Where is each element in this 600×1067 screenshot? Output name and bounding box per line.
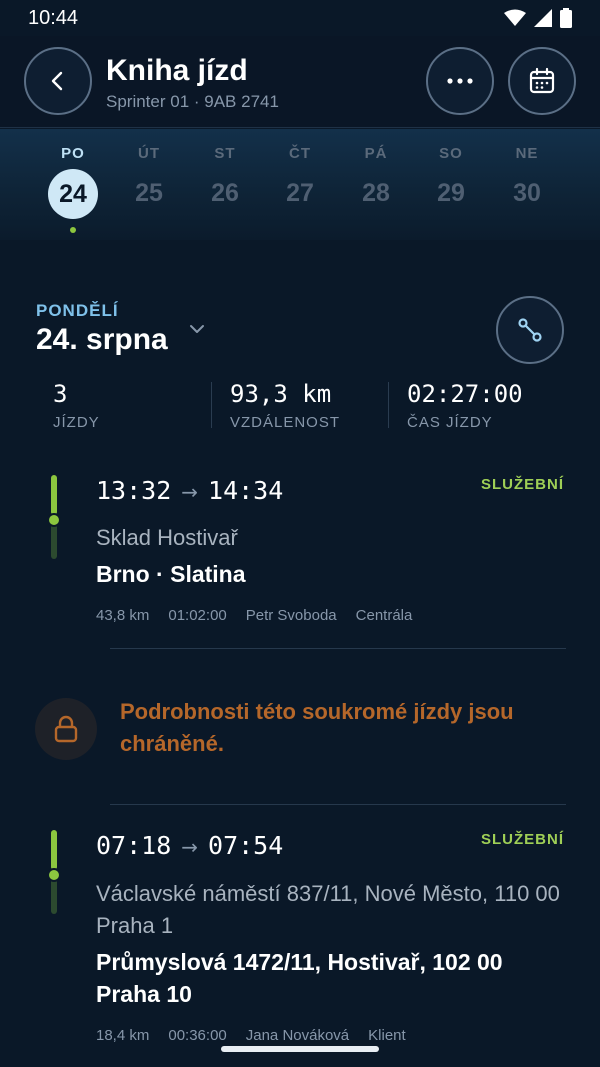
status-icons: [504, 8, 572, 28]
stat-value: 02:27:00: [407, 380, 523, 408]
timeline-segment-active: [51, 475, 57, 515]
back-button[interactable]: [24, 47, 92, 115]
stat-divider: [211, 382, 212, 428]
day-name: ČT: [289, 145, 311, 162]
day-name: ST: [214, 145, 236, 162]
trip-from: Sklad Hostivař: [96, 525, 238, 550]
week-strip: PO 24 ÚT 25 ST 26 ČT 27 PÁ 28 SO 29 NE 3…: [0, 129, 600, 240]
timeline-segment-inactive: [51, 523, 57, 559]
stat-value: 93,3 km: [230, 380, 332, 408]
trip-distance: 43,8 km: [96, 607, 150, 624]
timeline-segment-active: [51, 830, 57, 870]
chevron-left-icon: [51, 71, 63, 91]
trip-duration: 01:02:00: [168, 607, 227, 624]
stat-distance: 93,3 km VZDÁLENOST: [230, 380, 340, 431]
day-name: SO: [439, 145, 463, 162]
selected-weekday: PONDĚLÍ: [36, 301, 119, 320]
day-name: NE: [515, 145, 539, 162]
trip-to: Brno · Slatina: [96, 561, 246, 587]
lock-icon: [54, 715, 78, 743]
trip-card[interactable]: 13:32 → 14:34 SLUŽEBNÍ Sklad Hostivař Brno…: [0, 470, 600, 640]
page-title: Kniha jízd: [106, 54, 248, 87]
trip-purpose: Klient: [368, 1027, 406, 1044]
vehicle-subtitle: Sprinter 01 · 9AB 2741: [106, 92, 279, 111]
trip-arrow: →: [181, 480, 199, 504]
day-name: ÚT: [138, 145, 160, 162]
day-number-selected: 24: [48, 169, 98, 219]
trip-type-badge: SLUŽEBNÍ: [481, 476, 564, 493]
day-number: 29: [437, 179, 465, 207]
gesture-home-bar[interactable]: [221, 1046, 379, 1052]
day-number: 27: [286, 179, 314, 207]
stat-trips: 3 JÍZDY: [53, 380, 100, 431]
timeline-dot: [47, 513, 61, 527]
trip-purpose: Centrála: [355, 607, 413, 624]
calendar-button[interactable]: [508, 47, 576, 115]
lock-badge: [35, 698, 97, 760]
trip-type-badge: SLUŽEBNÍ: [481, 831, 564, 848]
trip-timeline: [47, 830, 61, 914]
private-notice-text: Podrobnosti této soukromé jízdy jsou chr…: [120, 699, 514, 756]
trip-from: Václavské náměstí 837/11, Nové Město, 11…: [96, 881, 560, 938]
stat-drive-time: 02:27:00 ČAS JÍZDY: [407, 380, 523, 431]
stat-value: 3: [53, 380, 68, 408]
trip-end-time: 14:34: [208, 476, 284, 505]
more-button[interactable]: [426, 47, 494, 115]
trip-start-time: 13:32: [96, 476, 172, 505]
wifi-icon: [504, 9, 526, 26]
trip-duration: 00:36:00: [168, 1027, 227, 1044]
trip-timeline: [47, 475, 61, 559]
route-map-button[interactable]: [496, 296, 564, 364]
signal-icon: [534, 9, 552, 27]
status-time: 10:44: [28, 6, 79, 29]
trip-meta: 18,4 km 00:36:00 Jana Nováková Klient: [96, 1027, 406, 1044]
trip-driver: Petr Svoboda: [245, 607, 337, 624]
trip-distance: 18,4 km: [96, 1027, 150, 1044]
stat-label: JÍZDY: [53, 414, 100, 431]
stat-label: VZDÁLENOST: [230, 414, 341, 431]
list-divider: [110, 648, 566, 649]
day-number: 28: [362, 179, 390, 207]
app-bar: Kniha jízd Sprinter 01 · 9AB 2741: [0, 36, 600, 128]
trip-driver: Jana Nováková: [245, 1027, 350, 1044]
status-bar: 10:44: [0, 0, 600, 36]
chevron-down-icon[interactable]: [188, 320, 206, 338]
day-number: 25: [135, 179, 163, 207]
trips-indicator-dot: [70, 227, 76, 233]
more-horizontal-icon: [447, 78, 473, 84]
list-divider: [110, 804, 566, 805]
battery-icon: [560, 8, 572, 28]
calendar-icon: [529, 67, 555, 94]
trip-times: 07:18 → 07:54: [96, 831, 283, 860]
timeline-segment-inactive: [51, 878, 57, 914]
selected-date[interactable]: 24. srpna: [36, 323, 168, 357]
trip-times: 13:32 → 14:34: [96, 476, 283, 505]
stat-label: ČAS JÍZDY: [407, 414, 493, 431]
trip-card[interactable]: 07:18 → 07:54 SLUŽEBNÍ Václavské náměstí 8…: [0, 825, 600, 1050]
stat-divider: [388, 382, 389, 428]
trip-meta: 43,8 km 01:02:00 Petr Svoboda Centrála: [96, 607, 412, 624]
day-number: 30: [513, 179, 541, 207]
day-number: 26: [211, 179, 239, 207]
trip-to: Průmyslová 1472/11, Hostivař, 102 00 Pra…: [96, 949, 503, 1007]
route-icon: [518, 318, 542, 342]
day-name: PO: [61, 145, 85, 162]
day-name: PÁ: [364, 145, 388, 162]
trip-arrow: →: [181, 835, 199, 859]
trip-start-time: 07:18: [96, 831, 172, 860]
private-trip-notice: Podrobnosti této soukromé jízdy jsou chr…: [0, 690, 600, 770]
trip-end-time: 07:54: [208, 831, 284, 860]
day-summary: 3 JÍZDY 93,3 km VZDÁLENOST 02:27:00 ČAS …: [0, 380, 600, 432]
timeline-dot: [47, 868, 61, 882]
